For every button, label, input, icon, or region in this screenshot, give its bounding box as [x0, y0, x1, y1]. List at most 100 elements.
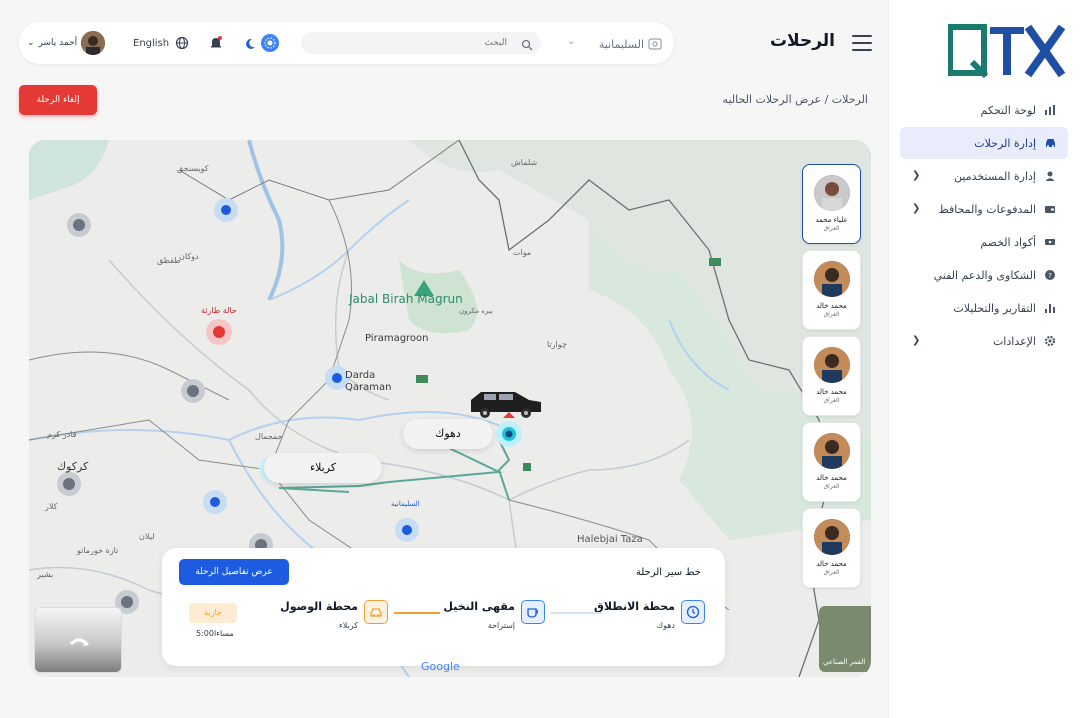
- map-label: قادر كرم: [47, 430, 77, 439]
- sidebar-item-label: المدفوعات والمحافظ: [938, 202, 1036, 216]
- map-label: چوارتا: [547, 340, 567, 349]
- map-label: تازة خورماتو: [77, 546, 119, 555]
- page-title: الرحلات: [769, 31, 835, 51]
- driver-card[interactable]: علياء محمد العراق: [802, 164, 861, 244]
- trip-stop-origin: محطة الانطلاق دهوك: [594, 600, 705, 630]
- rotate-icon: [69, 638, 89, 646]
- trip-details-button[interactable]: عرض تفاصيل الرحلة: [179, 559, 289, 585]
- user-name: أحمد ياسر: [38, 38, 78, 48]
- sidebar-item-dashboard[interactable]: لوحة التحكم: [900, 94, 1068, 126]
- sidebar-item-label: أكواد الخصم: [980, 235, 1036, 249]
- trip-time: 5:00مساءا: [196, 629, 234, 638]
- cancel-trip-button[interactable]: إلغاء الرحلة: [19, 85, 97, 115]
- chevron-icon: ❯: [912, 203, 921, 214]
- map-label: موات: [513, 248, 532, 257]
- logo[interactable]: [947, 24, 1066, 79]
- region-label: السليمانية: [598, 37, 644, 51]
- driver-region: العراق: [823, 569, 840, 576]
- svg-text:?: ?: [1048, 272, 1052, 280]
- chevron-icon: ❯: [912, 335, 921, 346]
- top-bar: ⌄ أحمد ياسر English السليمانية ⌄: [19, 22, 674, 64]
- map-label: Halebjai Taza: [577, 534, 643, 545]
- chevron-down-icon: ⌄: [567, 36, 576, 47]
- moon-icon[interactable]: [243, 36, 257, 55]
- map-label: Darda Qaraman: [345, 370, 392, 393]
- sidebar-item-payments[interactable]: المدفوعات والمحافظ ❯: [900, 193, 1068, 225]
- search-icon: [521, 36, 533, 55]
- driver-card[interactable]: محمد خالد العراق: [802, 336, 861, 416]
- chart-icon: [1042, 300, 1058, 316]
- ticket-icon: [1042, 234, 1058, 250]
- drivers-list: علياء محمد العراق محمد خالد العراق محمد …: [802, 164, 861, 594]
- driver-card[interactable]: محمد خالد العراق: [802, 508, 861, 588]
- driver-region: العراق: [823, 483, 840, 490]
- wallet-icon: [1042, 201, 1058, 217]
- chevron-down-icon: ⌄: [27, 38, 35, 48]
- sidebar-item-settings[interactable]: الإعدادات ❯: [900, 325, 1068, 357]
- sidebar-item-trips[interactable]: إدارة الرحلات: [900, 127, 1068, 159]
- map[interactable]: Jabal Birah Magrun Piramagroon Darda Qar…: [29, 140, 871, 677]
- chevron-icon: ❯: [912, 170, 921, 181]
- map-label: كلار: [45, 502, 58, 511]
- sidebar-item-discounts[interactable]: أكواد الخصم: [900, 226, 1068, 258]
- search-input[interactable]: [301, 32, 541, 54]
- route-connector: [550, 612, 602, 614]
- stop-subtitle: كربلاء: [339, 621, 358, 630]
- stop-title: محطة الوصول: [280, 600, 358, 613]
- map-label: كويسنجق: [177, 164, 209, 173]
- route-connector: [394, 612, 440, 614]
- driver-region: العراق: [823, 397, 840, 404]
- satellite-label: القمر الصناعي: [823, 658, 866, 666]
- stop-title: محطة الانطلاق: [594, 600, 675, 613]
- stop-subtitle: إستراحة: [487, 621, 515, 630]
- satellite-toggle[interactable]: القمر الصناعي: [819, 606, 871, 672]
- support-icon: ?: [1042, 267, 1058, 283]
- coffee-icon: [521, 600, 545, 624]
- sidebar-nav: لوحة التحكم إدارة الرحلات إدارة المستخدم…: [900, 94, 1068, 358]
- settings-icon: [1042, 333, 1058, 349]
- driver-name: محمد خالد: [816, 388, 847, 396]
- avatar: [813, 519, 850, 555]
- sidebar-item-label: الإعدادات: [992, 334, 1036, 348]
- map-label: دوكان: [179, 252, 199, 261]
- breadcrumb: الرحلات / عرض الرحلات الحاليه: [722, 93, 868, 106]
- map-label: شلماش: [511, 158, 538, 167]
- sidebar: لوحة التحكم إدارة الرحلات إدارة المستخدم…: [888, 0, 1080, 718]
- stop-title: مقهى النخيل: [443, 600, 515, 613]
- map-label: Piramagroon: [365, 333, 429, 344]
- driver-name: علياء محمد: [815, 216, 848, 224]
- driver-region: العراق: [823, 225, 840, 232]
- route-origin-label: دهوك: [403, 419, 493, 449]
- globe-icon: [176, 36, 189, 50]
- driver-name: محمد خالد: [816, 474, 847, 482]
- sidebar-item-label: إدارة الرحلات: [974, 136, 1036, 150]
- sidebar-item-users[interactable]: إدارة المستخدمين ❯: [900, 160, 1068, 192]
- map-label: طقطق: [157, 256, 181, 265]
- street-view-control[interactable]: [34, 607, 122, 673]
- bell-icon[interactable]: [209, 35, 223, 55]
- avatar: [813, 175, 850, 211]
- menu-icon[interactable]: [852, 35, 872, 51]
- taxi-icon: [364, 600, 388, 624]
- user-menu[interactable]: ⌄ أحمد ياسر: [27, 31, 106, 55]
- driver-card[interactable]: محمد خالد العراق: [802, 422, 861, 502]
- clock-icon: [681, 600, 705, 624]
- sidebar-item-reports[interactable]: التقارير والتحليلات: [900, 292, 1068, 324]
- language-switcher[interactable]: English: [133, 36, 189, 50]
- map-label: حالة طارئة: [201, 306, 237, 315]
- region-select[interactable]: السليمانية ⌄: [564, 33, 662, 55]
- route-destination-label: كربلاء: [264, 453, 382, 483]
- driver-card[interactable]: محمد خالد العراق: [802, 250, 861, 330]
- map-label: بشير: [37, 570, 54, 579]
- user-icon: [1042, 168, 1058, 184]
- sun-icon[interactable]: [261, 34, 279, 52]
- stop-subtitle: دهوك: [656, 621, 675, 630]
- avatar: [81, 31, 106, 55]
- car-icon: [1042, 135, 1058, 151]
- location-icon: [648, 38, 662, 50]
- avatar: [813, 261, 850, 297]
- status-badge: جارية: [189, 603, 237, 623]
- trip-stop-destination: محطة الوصول كربلاء: [280, 600, 388, 630]
- sidebar-item-support[interactable]: ? الشكاوى والدعم الفني: [900, 259, 1068, 291]
- map-label: Jabal Birah Magrun: [349, 292, 463, 306]
